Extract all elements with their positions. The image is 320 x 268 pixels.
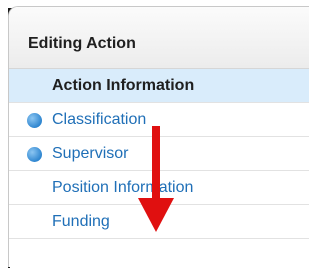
- nav-item-label: Classification: [52, 111, 147, 128]
- nav-item-label: Supervisor: [52, 145, 129, 162]
- nav-item-action-information[interactable]: Action Information: [9, 69, 309, 103]
- nav-item-label: Position Information: [52, 179, 194, 196]
- checkmark-icon: [27, 113, 42, 128]
- nav-item-funding[interactable]: Funding: [9, 205, 309, 239]
- checkmark-icon: [27, 147, 42, 162]
- editing-action-panel: Editing Action Action Information Classi…: [8, 6, 309, 267]
- nav-item-label: Funding: [52, 213, 110, 230]
- nav-item-position-information[interactable]: Position Information: [9, 171, 309, 205]
- nav-item-classification[interactable]: Classification: [9, 103, 309, 137]
- nav-item-label: Action Information: [52, 77, 195, 94]
- panel-title: Editing Action: [9, 7, 309, 69]
- nav-item-supervisor[interactable]: Supervisor: [9, 137, 309, 171]
